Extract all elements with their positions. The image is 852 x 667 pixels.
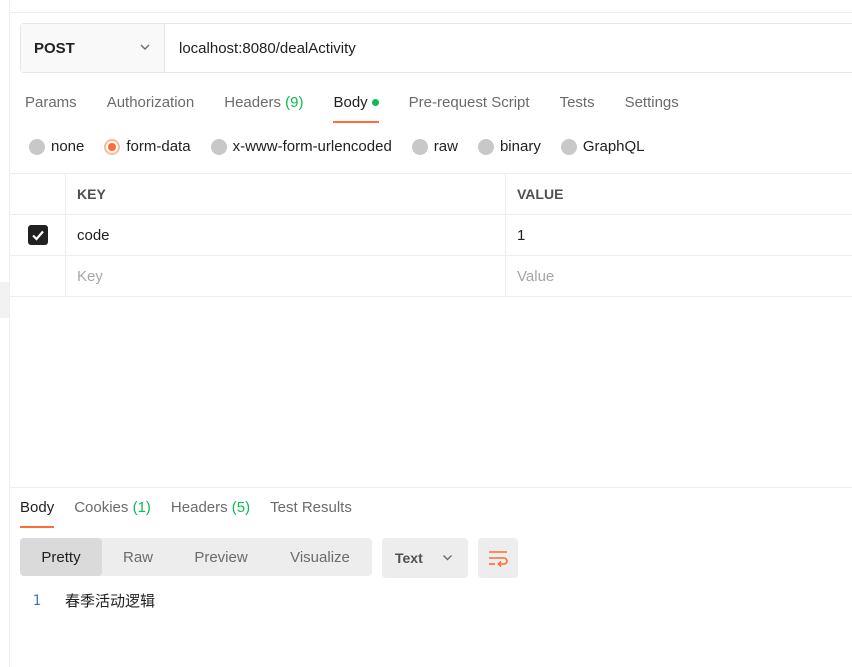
body-type-selector: none form-data x-www-form-urlencoded raw…: [29, 138, 665, 155]
tab-params-label: Params: [25, 94, 77, 111]
pane-divider[interactable]: [10, 487, 852, 488]
tab-body[interactable]: Body: [333, 92, 379, 124]
new-key-field[interactable]: Key: [66, 256, 506, 296]
tab-headers[interactable]: Headers (9): [224, 92, 303, 124]
header-key: KEY: [66, 174, 506, 214]
tab-headers-label: Headers: [224, 94, 281, 111]
request-bar: POST localhost:8080/dealActivity: [20, 23, 852, 73]
left-sidebar-edge: [0, 0, 10, 667]
cookies-count-badge: (1): [132, 499, 151, 516]
radio-form-data-label: form-data: [126, 138, 191, 155]
response-tab-test-results-label: Test Results: [270, 499, 352, 516]
response-tab-headers-label: Headers: [170, 499, 228, 516]
headers-count-badge: (9): [285, 94, 304, 111]
tab-body-label: Body: [333, 94, 368, 111]
radio-raw[interactable]: raw: [411, 138, 458, 155]
row-enabled-checkbox[interactable]: [27, 225, 48, 245]
radio-icon: [29, 138, 45, 155]
chevron-down-icon: [140, 44, 150, 50]
tab-params[interactable]: Params: [25, 92, 77, 124]
response-tabs: Body Cookies (1) Headers (5) Test Result…: [20, 497, 372, 528]
tab-authorization[interactable]: Authorization: [107, 92, 195, 124]
radio-icon: [560, 138, 577, 155]
tab-pre-request-script[interactable]: Pre-request Script: [409, 92, 530, 124]
table-row-new: Key Value: [10, 256, 852, 297]
row-key-field[interactable]: code: [66, 215, 506, 255]
response-tab-headers[interactable]: Headers (5): [171, 497, 250, 528]
new-value-field[interactable]: Value: [506, 256, 852, 296]
view-preview-button[interactable]: Preview: [174, 538, 268, 576]
radio-form-data[interactable]: form-data: [104, 138, 191, 155]
response-headers-count-badge: (5): [231, 499, 251, 516]
header-checkbox-cell: [10, 174, 66, 214]
response-tab-body[interactable]: Body: [20, 497, 55, 528]
row-value-field[interactable]: 1: [506, 215, 852, 255]
sidebar-resize-handle[interactable]: [0, 282, 9, 318]
tab-tests[interactable]: Tests: [560, 92, 595, 124]
radio-icon: [477, 138, 494, 155]
radio-selected-icon: [104, 138, 121, 155]
method-label: POST: [34, 39, 75, 57]
radio-x-www-form-urlencoded[interactable]: x-www-form-urlencoded: [210, 138, 392, 155]
response-body-editor[interactable]: 1 春季活动逻辑: [20, 590, 155, 612]
top-divider: [10, 12, 852, 13]
radio-none[interactable]: none: [29, 138, 84, 155]
method-select[interactable]: POST: [21, 24, 165, 72]
format-select-label: Text: [395, 550, 423, 566]
radio-none-label: none: [51, 138, 85, 155]
form-data-table: KEY VALUE code 1 Key Value: [10, 173, 852, 297]
view-visualize-button[interactable]: Visualize: [268, 538, 372, 576]
response-tab-test-results[interactable]: Test Results: [270, 497, 352, 528]
wrap-lines-icon: [489, 551, 508, 567]
row-checkbox-cell: [10, 256, 66, 296]
tab-settings[interactable]: Settings: [625, 92, 679, 124]
view-pretty-button[interactable]: Pretty: [20, 538, 102, 576]
request-tabs: Params Authorization Headers (9) Body Pr…: [25, 92, 709, 124]
view-raw-button[interactable]: Raw: [102, 538, 174, 576]
tab-settings-label: Settings: [624, 94, 679, 111]
radio-raw-label: raw: [433, 138, 458, 155]
body-indicator-dot: [371, 98, 379, 106]
chevron-down-icon: [443, 555, 452, 561]
checkmark-icon: [31, 230, 44, 241]
row-checkbox-cell: [10, 215, 66, 255]
response-text: 春季活动逻辑: [65, 592, 156, 610]
tab-pre-request-script-label: Pre-request Script: [408, 94, 530, 111]
radio-icon: [411, 138, 428, 155]
line-number: 1: [32, 593, 41, 609]
radio-icon: [210, 138, 227, 155]
view-mode-segmented-control: Pretty Raw Preview Visualize: [20, 538, 372, 576]
radio-urlencoded-label: x-www-form-urlencoded: [232, 138, 392, 155]
format-select[interactable]: Text: [382, 538, 468, 578]
radio-binary-label: binary: [499, 138, 541, 155]
response-tab-cookies-label: Cookies: [74, 499, 129, 516]
table-row: code 1: [10, 215, 852, 256]
tab-tests-label: Tests: [559, 94, 595, 111]
radio-graphql-label: GraphQL: [582, 138, 645, 155]
wrap-lines-button[interactable]: [478, 538, 518, 578]
radio-binary[interactable]: binary: [477, 138, 541, 155]
response-tab-body-label: Body: [20, 499, 55, 516]
table-header-row: KEY VALUE: [10, 174, 852, 215]
tab-authorization-label: Authorization: [106, 94, 195, 111]
url-input[interactable]: localhost:8080/dealActivity: [165, 24, 852, 72]
radio-graphql[interactable]: GraphQL: [560, 138, 645, 155]
response-tab-cookies[interactable]: Cookies (1): [74, 497, 151, 528]
header-value: VALUE: [517, 186, 564, 202]
